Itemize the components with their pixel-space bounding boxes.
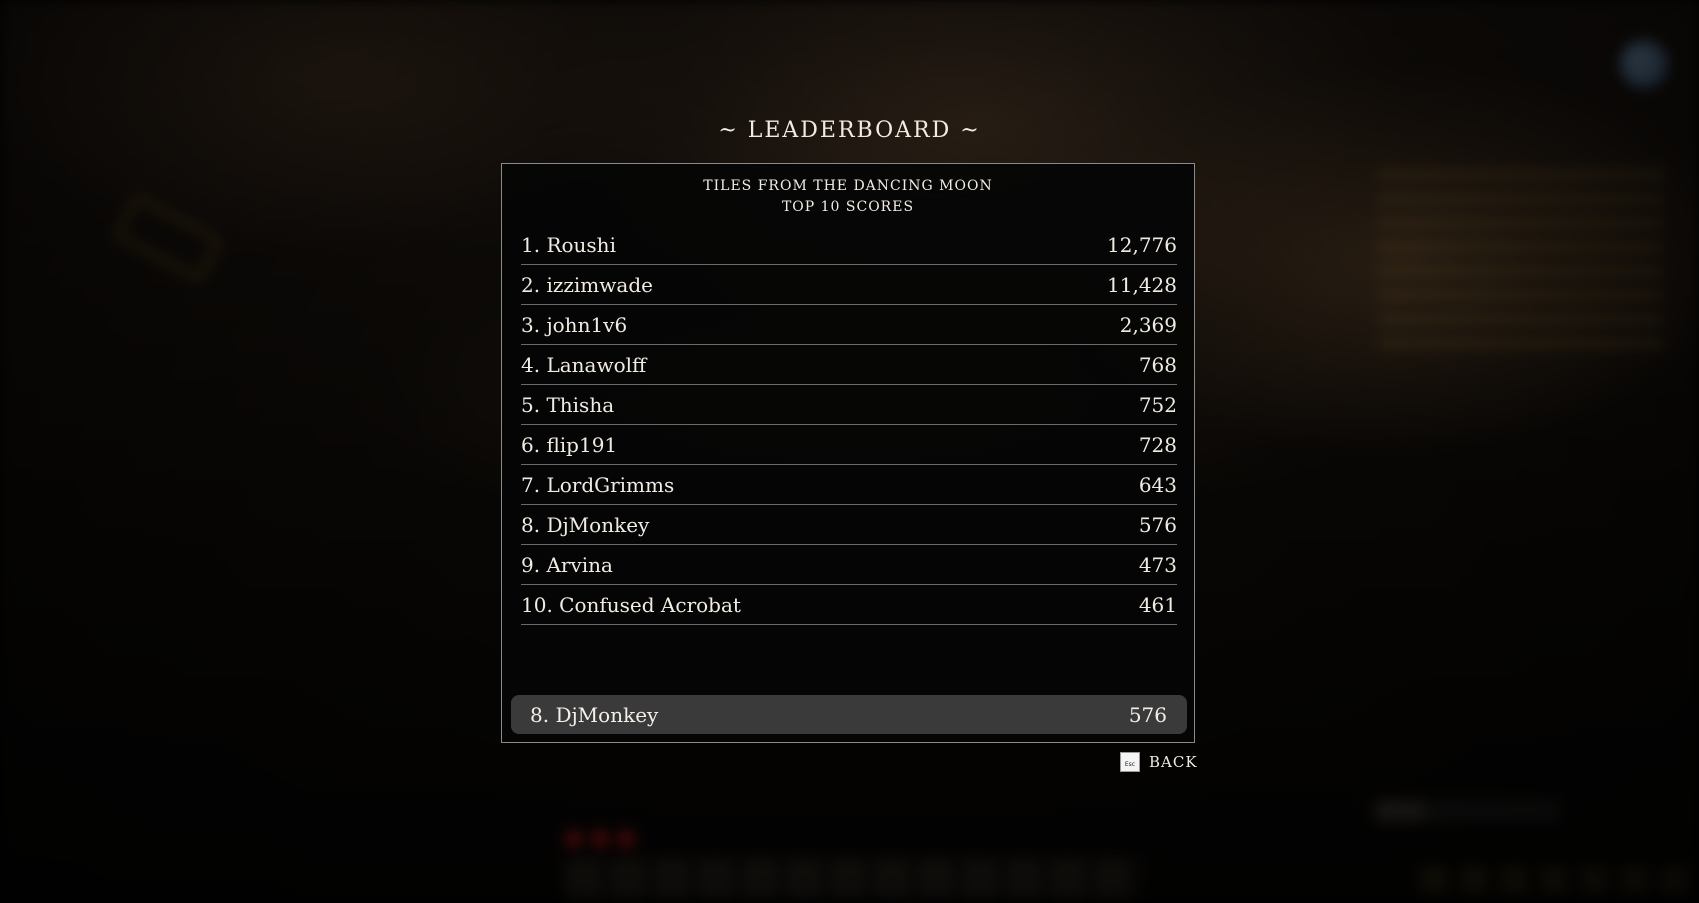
- player-name: 10. Confused Acrobat: [521, 592, 741, 617]
- game-name: TILES FROM THE DANCING MOON: [703, 178, 993, 194]
- player-score: 461: [1138, 592, 1177, 617]
- player-score: 728: [1138, 432, 1177, 457]
- back-button[interactable]: Esc BACK: [1120, 752, 1198, 772]
- player-score: 473: [1138, 552, 1177, 577]
- player-score: 2,369: [1119, 312, 1177, 337]
- esc-key-icon: Esc: [1120, 752, 1140, 772]
- scores-subtitle: TOP 10 SCORES: [781, 199, 915, 215]
- player-score: 11,428: [1107, 272, 1177, 297]
- current-player-name: 8. DjMonkey: [530, 702, 659, 727]
- score-list: 1. Roushi 12,776 2. izzimwade 11,428 3. …: [521, 225, 1177, 625]
- player-name: 8. DjMonkey: [521, 512, 650, 537]
- score-row: 10. Confused Acrobat 461: [521, 585, 1177, 625]
- current-player-row: 8. DjMonkey 576: [511, 695, 1187, 734]
- player-score: 752: [1138, 392, 1177, 417]
- player-score: 768: [1138, 352, 1177, 377]
- score-row: 4. Lanawolff 768: [521, 345, 1177, 385]
- score-row: 9. Arvina 473: [521, 545, 1177, 585]
- score-row: 3. john1v6 2,369: [521, 305, 1177, 345]
- score-row: 5. Thisha 752: [521, 385, 1177, 425]
- score-row: 7. LordGrimms 643: [521, 465, 1177, 505]
- player-name: 3. john1v6: [521, 312, 628, 337]
- score-row: 8. DjMonkey 576: [521, 505, 1177, 545]
- leaderboard-title: ~ LEADERBOARD ~: [718, 118, 981, 143]
- score-row: 1. Roushi 12,776: [521, 225, 1177, 265]
- player-score: 643: [1138, 472, 1177, 497]
- player-name: 9. Arvina: [521, 552, 613, 577]
- player-name: 1. Roushi: [521, 232, 616, 257]
- score-row: 2. izzimwade 11,428: [521, 265, 1177, 305]
- player-score: 576: [1138, 512, 1177, 537]
- player-name: 7. LordGrimms: [521, 472, 675, 497]
- leaderboard-panel: TILES FROM THE DANCING MOON TOP 10 SCORE…: [501, 163, 1195, 743]
- score-row: 6. flip191 728: [521, 425, 1177, 465]
- player-name: 5. Thisha: [521, 392, 615, 417]
- player-name: 4. Lanawolff: [521, 352, 647, 377]
- player-name: 6. flip191: [521, 432, 618, 457]
- player-name: 2. izzimwade: [521, 272, 653, 297]
- back-label: BACK: [1149, 753, 1198, 771]
- current-player-score: 576: [1128, 702, 1167, 727]
- player-score: 12,776: [1107, 232, 1177, 257]
- panel-header: TILES FROM THE DANCING MOON TOP 10 SCORE…: [502, 176, 1194, 218]
